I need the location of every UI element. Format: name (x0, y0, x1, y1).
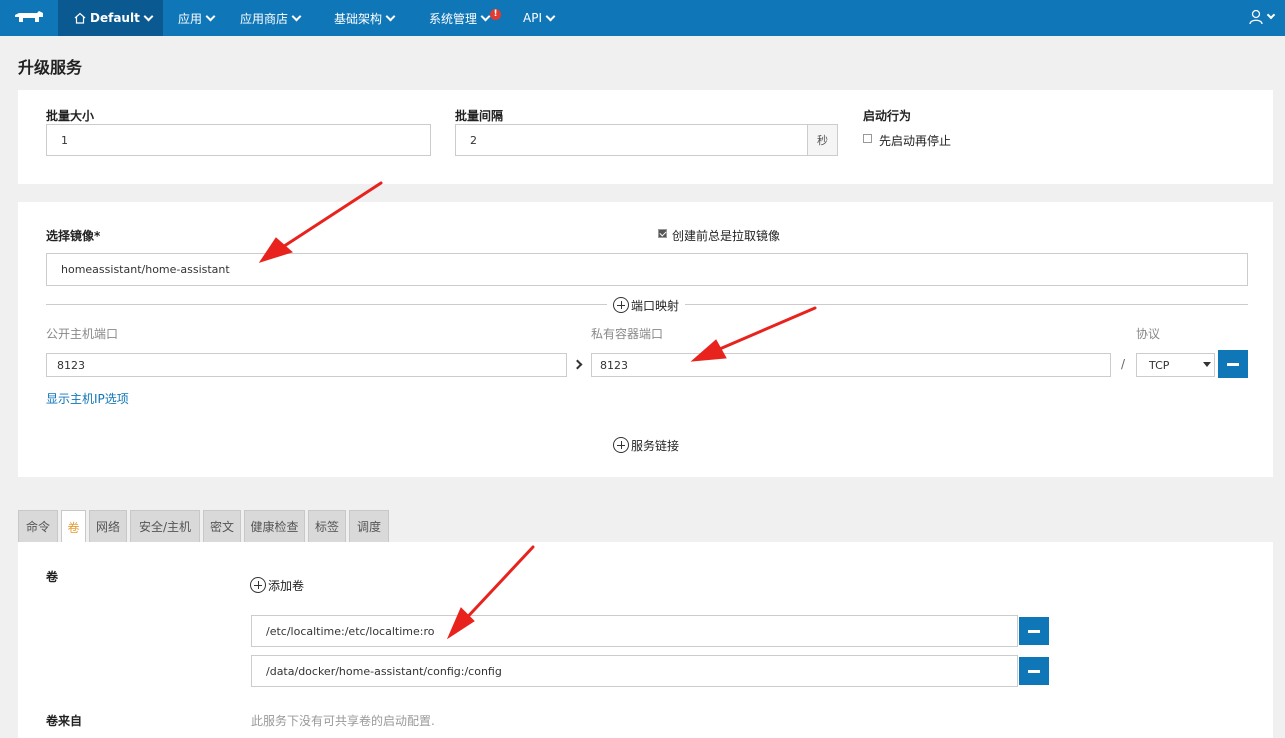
add-circle-icon (613, 297, 629, 313)
chevron-down-icon (205, 11, 216, 21)
volume-input[interactable]: /etc/localtime:/etc/localtime:ro (251, 615, 1018, 647)
nav-infrastructure[interactable]: 基础架构 (334, 0, 396, 36)
batch-size-label: 批量大小 (46, 109, 95, 123)
nav-apps[interactable]: 应用 (178, 0, 216, 36)
volume-input[interactable]: /data/docker/home-assistant/config:/conf… (251, 655, 1018, 687)
nav-catalog-label: 应用商店 (240, 11, 289, 26)
nav-admin-label: 系统管理 (429, 11, 478, 26)
chevron-down-icon (545, 11, 556, 21)
protocol-value: TCP (1149, 358, 1170, 372)
tab-security-host[interactable]: 安全/主机 (130, 510, 200, 542)
rancher-logo[interactable] (0, 0, 58, 36)
public-port-label: 公开主机端口 (46, 327, 119, 341)
volumes-from-label: 卷来自 (46, 714, 83, 728)
remove-volume-button[interactable] (1019, 657, 1049, 685)
nav-admin[interactable]: 系统管理! (429, 0, 502, 36)
remove-port-button[interactable] (1218, 350, 1248, 378)
add-volume-label: 添加卷 (268, 578, 305, 593)
port-separator: / (1121, 357, 1126, 371)
select-caret-icon (1203, 362, 1211, 367)
show-host-ip-link[interactable]: 显示主机IP选项 (46, 390, 129, 407)
tab-network[interactable]: 网络 (89, 510, 127, 542)
service-links-label: 服务链接 (631, 438, 680, 453)
environment-label: Default (90, 11, 140, 25)
volumes-label: 卷 (46, 570, 59, 584)
interval-unit: 秒 (808, 124, 838, 156)
port-mapping-label: 端口映射 (631, 298, 680, 313)
remove-volume-button[interactable] (1019, 617, 1049, 645)
private-port-label: 私有容器端口 (591, 327, 664, 341)
image-label: 选择镜像* (46, 229, 101, 243)
home-icon (74, 12, 86, 24)
chevron-down-icon (1266, 10, 1276, 20)
add-service-link-button[interactable]: 服务链接 (607, 436, 686, 454)
start-first-checkbox[interactable] (863, 134, 872, 143)
start-behavior-label: 启动行为 (863, 109, 912, 123)
tab-command[interactable]: 命令 (18, 510, 58, 542)
user-icon[interactable] (1248, 9, 1264, 25)
tab-volumes[interactable]: 卷 (61, 510, 86, 543)
add-circle-icon (250, 577, 266, 593)
tab-labels[interactable]: 标签 (308, 510, 346, 542)
tab-scheduling[interactable]: 调度 (349, 510, 389, 542)
nav-catalog[interactable]: 应用商店 (240, 0, 302, 36)
image-input[interactable]: homeassistant/home-assistant (46, 253, 1248, 286)
rancher-logo-icon (15, 11, 43, 22)
environment-switcher[interactable]: Default (58, 0, 163, 36)
private-port-input[interactable]: 8123 (591, 353, 1111, 377)
batch-interval-input[interactable]: 2 (455, 124, 808, 156)
batch-interval-label: 批量间隔 (455, 109, 504, 123)
always-pull-checkbox[interactable] (658, 229, 667, 238)
alert-badge: ! (490, 8, 502, 20)
nav-api-label: API (523, 11, 542, 25)
nav-apps-label: 应用 (178, 11, 203, 26)
page-title: 升级服务 (18, 58, 83, 77)
chevron-down-icon (385, 11, 396, 21)
tab-secrets[interactable]: 密文 (203, 510, 241, 542)
add-circle-icon (613, 437, 629, 453)
add-port-mapping-button[interactable]: 端口映射 (607, 296, 686, 314)
nav-infrastructure-label: 基础架构 (334, 11, 383, 26)
always-pull-label: 创建前总是拉取镜像 (672, 229, 781, 243)
public-port-input[interactable]: 8123 (46, 353, 567, 377)
top-navbar: Default 应用 应用商店 基础架构 系统管理! API (0, 0, 1285, 36)
batch-size-input[interactable]: 1 (46, 124, 431, 156)
nav-api[interactable]: API (523, 0, 556, 36)
tab-health-check[interactable]: 健康检查 (244, 510, 305, 542)
chevron-down-icon (143, 11, 154, 21)
protocol-label: 协议 (1136, 327, 1161, 341)
chevron-down-icon (291, 11, 302, 21)
start-first-label: 先启动再停止 (879, 134, 952, 148)
volumes-from-note: 此服务下没有可共享卷的启动配置. (251, 714, 435, 728)
chevron-down-icon (480, 11, 491, 21)
add-volume-button[interactable]: 添加卷 (244, 576, 311, 594)
